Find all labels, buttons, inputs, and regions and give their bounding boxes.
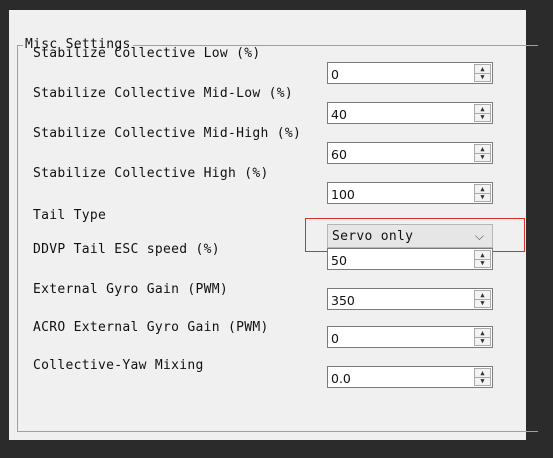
label-stabilize-collective-mid-low: Stabilize Collective Mid-Low (%) bbox=[33, 86, 294, 101]
label-stabilize-collective-mid-high: Stabilize Collective Mid-High (%) bbox=[33, 126, 302, 141]
spin-value: 40 bbox=[331, 107, 347, 122]
window-frame-left bbox=[0, 0, 9, 458]
spin-value: 350 bbox=[331, 293, 355, 308]
chevron-down-icon[interactable]: ⌵ bbox=[475, 228, 484, 244]
stabilize-collective-low-input[interactable]: 0 ▲ ▼ bbox=[327, 62, 493, 84]
spin-buttons[interactable]: ▲ ▼ bbox=[474, 328, 491, 346]
label-collective-yaw-mixing: Collective-Yaw Mixing bbox=[33, 358, 204, 373]
label-acro-external-gyro-gain: ACRO External Gyro Gain (PWM) bbox=[33, 320, 269, 335]
ddvp-tail-esc-speed-input[interactable]: 50 ▲ ▼ bbox=[327, 248, 493, 270]
collective-yaw-mixing-input[interactable]: 0.0 ▲ ▼ bbox=[327, 366, 493, 388]
label-stabilize-collective-low: Stabilize Collective Low (%) bbox=[33, 46, 261, 61]
label-stabilize-collective-high: Stabilize Collective High (%) bbox=[33, 166, 269, 181]
window-frame-top bbox=[0, 0, 553, 10]
stabilize-collective-mid-low-input[interactable]: 40 ▲ ▼ bbox=[327, 102, 493, 124]
spin-buttons[interactable]: ▲ ▼ bbox=[474, 104, 491, 122]
spin-value: 0 bbox=[331, 331, 339, 346]
tail-type-select[interactable]: Servo only ⌵ bbox=[327, 224, 493, 248]
stabilize-collective-high-input[interactable]: 100 ▲ ▼ bbox=[327, 182, 493, 204]
spin-value: 0.0 bbox=[331, 371, 351, 386]
spin-down-icon[interactable]: ▼ bbox=[475, 299, 490, 307]
spin-down-icon[interactable]: ▼ bbox=[475, 259, 490, 267]
spin-down-icon[interactable]: ▼ bbox=[475, 337, 490, 345]
spin-buttons[interactable]: ▲ ▼ bbox=[474, 144, 491, 162]
select-value: Servo only bbox=[332, 229, 414, 244]
spin-buttons[interactable]: ▲ ▼ bbox=[474, 250, 491, 268]
spin-buttons[interactable]: ▲ ▼ bbox=[474, 368, 491, 386]
label-ddvp-tail-esc-speed: DDVP Tail ESC speed (%) bbox=[33, 242, 220, 257]
external-gyro-gain-input[interactable]: 350 ▲ ▼ bbox=[327, 288, 493, 310]
spin-down-icon[interactable]: ▼ bbox=[475, 193, 490, 201]
acro-external-gyro-gain-input[interactable]: 0 ▲ ▼ bbox=[327, 326, 493, 348]
label-external-gyro-gain: External Gyro Gain (PWM) bbox=[33, 282, 229, 297]
spin-buttons[interactable]: ▲ ▼ bbox=[474, 64, 491, 82]
spin-buttons[interactable]: ▲ ▼ bbox=[474, 290, 491, 308]
spin-value: 60 bbox=[331, 147, 347, 162]
spin-buttons[interactable]: ▲ ▼ bbox=[474, 184, 491, 202]
settings-panel: Misc Settings Stabilize Collective Low (… bbox=[9, 10, 538, 440]
spin-value: 0 bbox=[331, 67, 339, 82]
spin-down-icon[interactable]: ▼ bbox=[475, 73, 490, 81]
spin-down-icon[interactable]: ▼ bbox=[475, 153, 490, 161]
spin-down-icon[interactable]: ▼ bbox=[475, 377, 490, 385]
stabilize-collective-mid-high-input[interactable]: 60 ▲ ▼ bbox=[327, 142, 493, 164]
label-tail-type: Tail Type bbox=[33, 208, 107, 223]
spin-value: 100 bbox=[331, 187, 355, 202]
window-frame-bottom bbox=[0, 440, 553, 458]
spin-down-icon[interactable]: ▼ bbox=[475, 113, 490, 121]
spin-value: 50 bbox=[331, 253, 347, 268]
